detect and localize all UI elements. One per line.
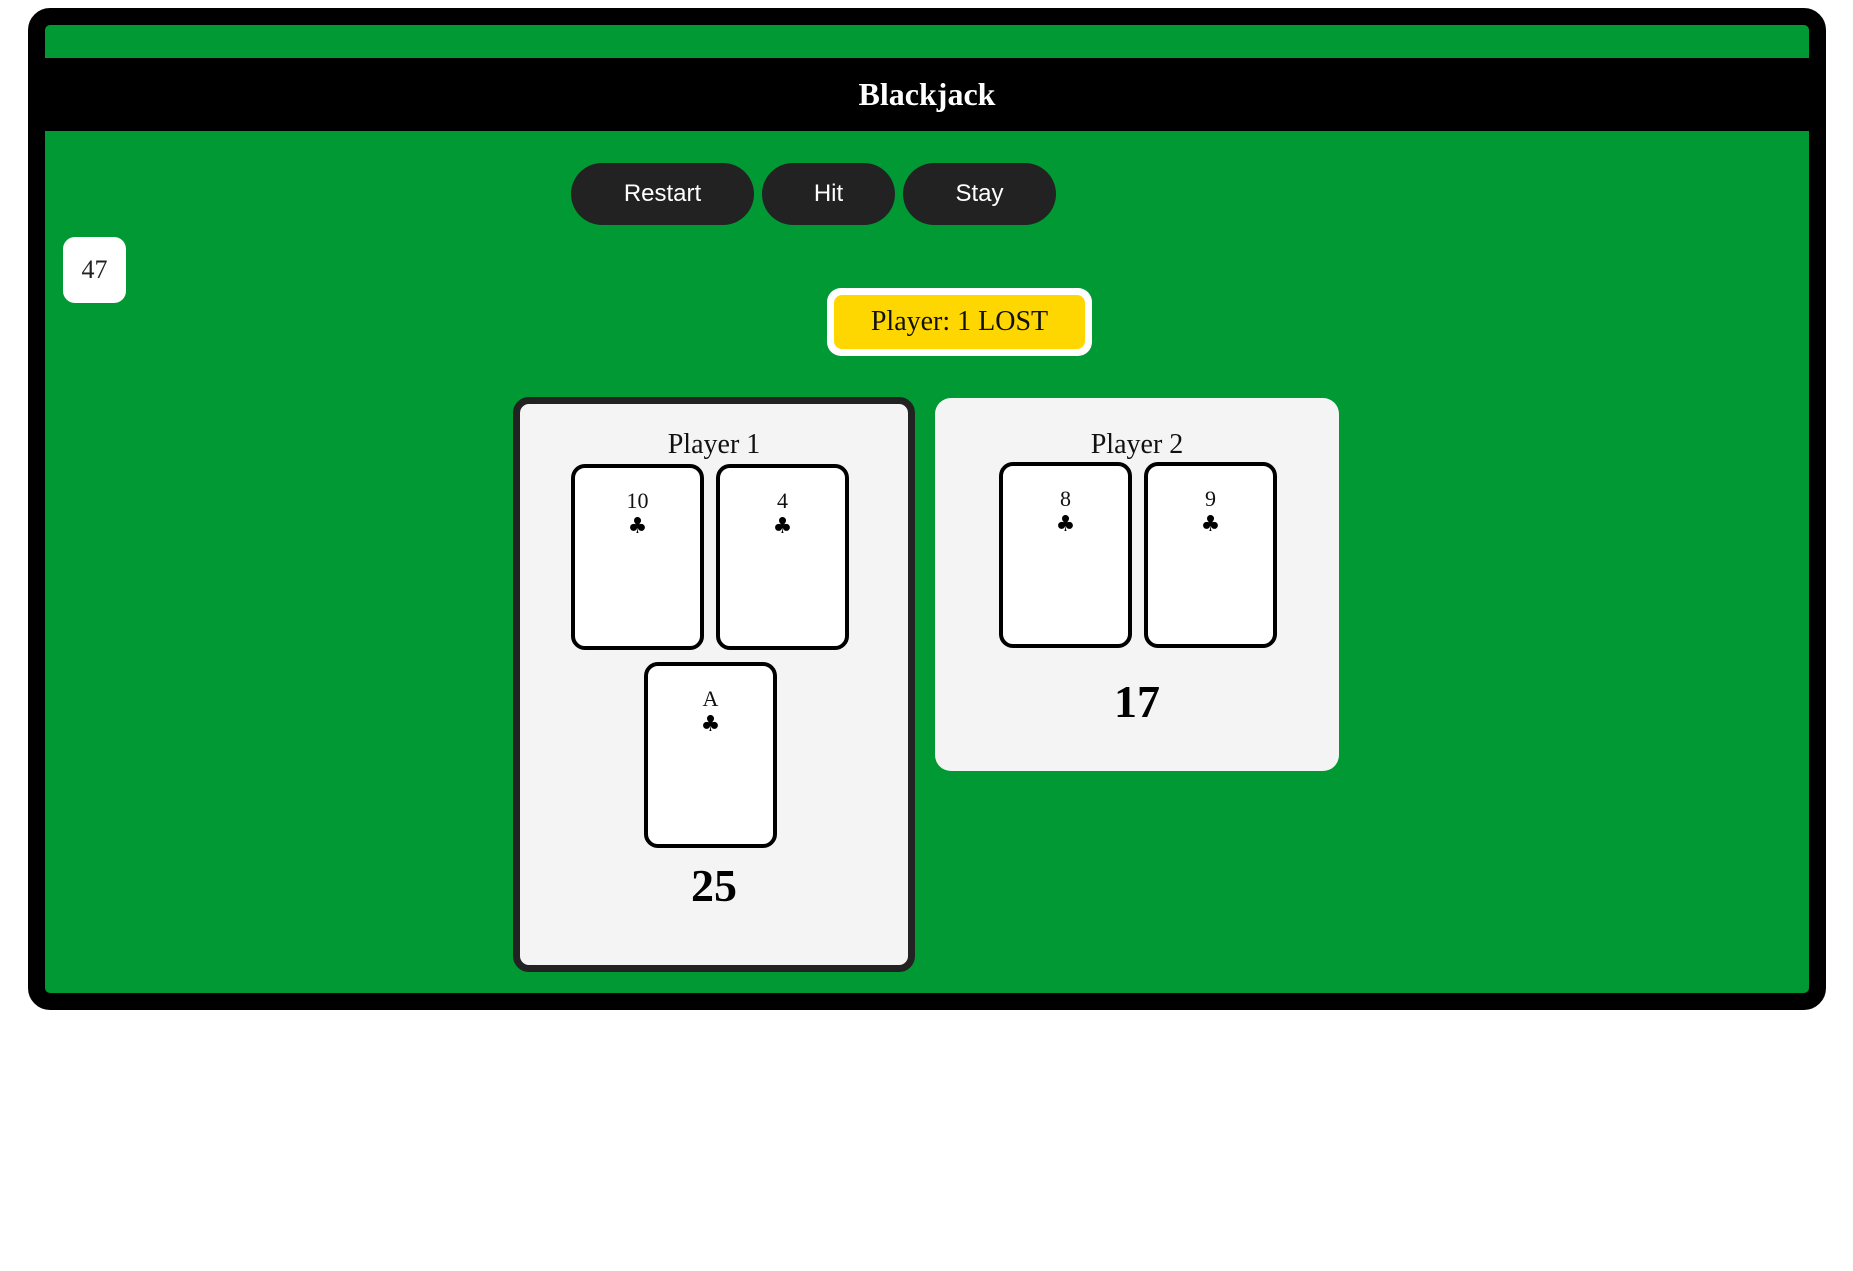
control-bar: Restart Hit Stay bbox=[571, 163, 1056, 225]
card-rank: 8 bbox=[1060, 486, 1071, 511]
clubs-icon: ♣ bbox=[1055, 512, 1076, 537]
playing-card: 9 ♣ bbox=[1144, 462, 1277, 648]
player-name: Player 1 bbox=[667, 429, 761, 460]
deck-count: 47 bbox=[63, 237, 126, 303]
player-1-hand: Player 1 10 ♣ 4 ♣ A ♣ 25 bbox=[513, 397, 915, 972]
stay-button[interactable]: Stay bbox=[903, 163, 1056, 225]
restart-button[interactable]: Restart bbox=[571, 163, 754, 225]
title-bar: Blackjack bbox=[45, 58, 1809, 131]
card-rank: 9 bbox=[1205, 486, 1216, 511]
player-2-hand: Player 2 8 ♣ 9 ♣ 17 bbox=[935, 398, 1339, 771]
clubs-icon: ♣ bbox=[627, 514, 648, 539]
playing-card: 4 ♣ bbox=[716, 464, 849, 650]
game-title: Blackjack bbox=[858, 76, 996, 112]
card-rank: A bbox=[702, 686, 719, 711]
hand-total: 25 bbox=[691, 860, 737, 911]
playing-card: A ♣ bbox=[644, 662, 777, 848]
hand-total: 17 bbox=[1114, 676, 1160, 727]
card-rank: 10 bbox=[626, 488, 649, 513]
playing-card: 8 ♣ bbox=[999, 462, 1132, 648]
status-banner: Player: 1 LOST bbox=[827, 288, 1092, 356]
game-table: Blackjack Restart Hit Stay 47 Player: 1 … bbox=[28, 8, 1826, 1010]
player-name: Player 2 bbox=[1090, 429, 1184, 460]
clubs-icon: ♣ bbox=[700, 712, 721, 737]
hit-button[interactable]: Hit bbox=[762, 163, 895, 225]
clubs-icon: ♣ bbox=[1200, 512, 1221, 537]
playing-card: 10 ♣ bbox=[571, 464, 704, 650]
card-rank: 4 bbox=[777, 488, 788, 513]
clubs-icon: ♣ bbox=[772, 514, 793, 539]
status-text: Player: 1 LOST bbox=[834, 295, 1085, 349]
